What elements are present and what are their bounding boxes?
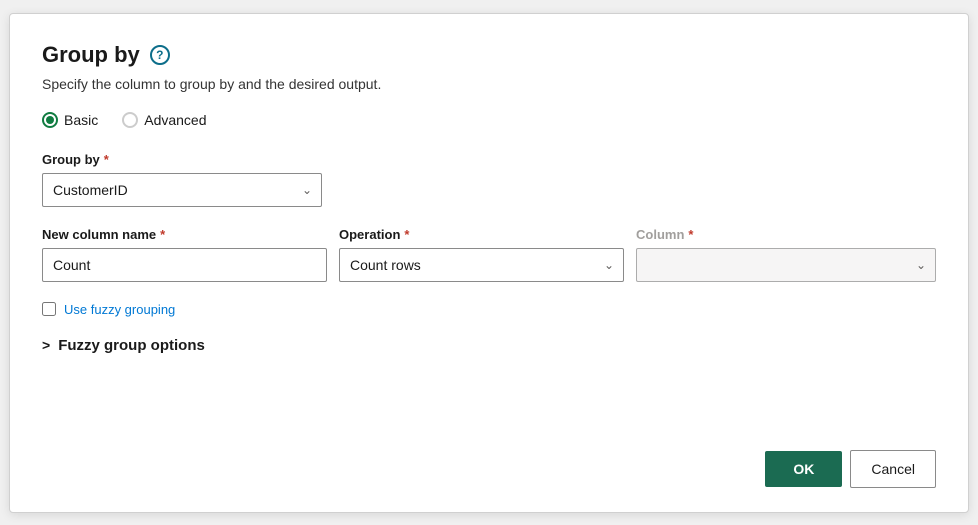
new-column-label: New column name * — [42, 227, 327, 242]
new-column-required: * — [160, 227, 165, 242]
group-by-select[interactable]: CustomerID OrderID ProductID — [42, 173, 322, 207]
dialog-title: Group by — [42, 42, 140, 68]
fuzzy-options-label: Fuzzy group options — [58, 337, 205, 354]
operation-label: Operation * — [339, 227, 624, 242]
dialog-title-row: Group by ? — [42, 42, 936, 68]
help-icon[interactable]: ? — [150, 45, 170, 65]
operation-required: * — [404, 227, 409, 242]
fuzzy-options-chevron-icon: > — [42, 337, 50, 353]
dialog-footer: OK Cancel — [765, 450, 936, 488]
group-by-field: Group by * CustomerID OrderID ProductID … — [42, 152, 936, 207]
radio-advanced-label: Advanced — [144, 112, 206, 128]
column-field: Column * ⌄ — [636, 227, 936, 282]
cancel-button[interactable]: Cancel — [850, 450, 936, 488]
operation-select-wrapper: Count rows Sum Average Min Max Count dis… — [339, 248, 624, 282]
operation-field: Operation * Count rows Sum Average Min M… — [339, 227, 624, 282]
group-by-dialog: Group by ? Specify the column to group b… — [9, 13, 969, 513]
radio-advanced[interactable]: Advanced — [122, 112, 206, 128]
aggregation-row: New column name * Operation * Count rows… — [42, 227, 936, 282]
fuzzy-options-expander[interactable]: > Fuzzy group options — [42, 337, 936, 354]
radio-basic[interactable]: Basic — [42, 112, 98, 128]
fuzzy-grouping-row: Use fuzzy grouping — [42, 302, 936, 317]
radio-basic-input[interactable] — [42, 112, 58, 128]
group-by-label: Group by * — [42, 152, 936, 167]
dialog-subtitle: Specify the column to group by and the d… — [42, 76, 936, 92]
new-column-input[interactable] — [42, 248, 327, 282]
group-by-required: * — [104, 152, 109, 167]
radio-advanced-input[interactable] — [122, 112, 138, 128]
column-select — [636, 248, 936, 282]
radio-basic-label: Basic — [64, 112, 98, 128]
column-required: * — [688, 227, 693, 242]
operation-select[interactable]: Count rows Sum Average Min Max Count dis… — [339, 248, 624, 282]
group-by-select-wrapper: CustomerID OrderID ProductID ⌄ — [42, 173, 322, 207]
fuzzy-grouping-label[interactable]: Use fuzzy grouping — [64, 302, 175, 317]
mode-radio-group: Basic Advanced — [42, 112, 936, 128]
fuzzy-grouping-checkbox[interactable] — [42, 302, 56, 316]
column-select-wrapper: ⌄ — [636, 248, 936, 282]
new-column-field: New column name * — [42, 227, 327, 282]
ok-button[interactable]: OK — [765, 451, 842, 487]
column-label: Column * — [636, 227, 936, 242]
